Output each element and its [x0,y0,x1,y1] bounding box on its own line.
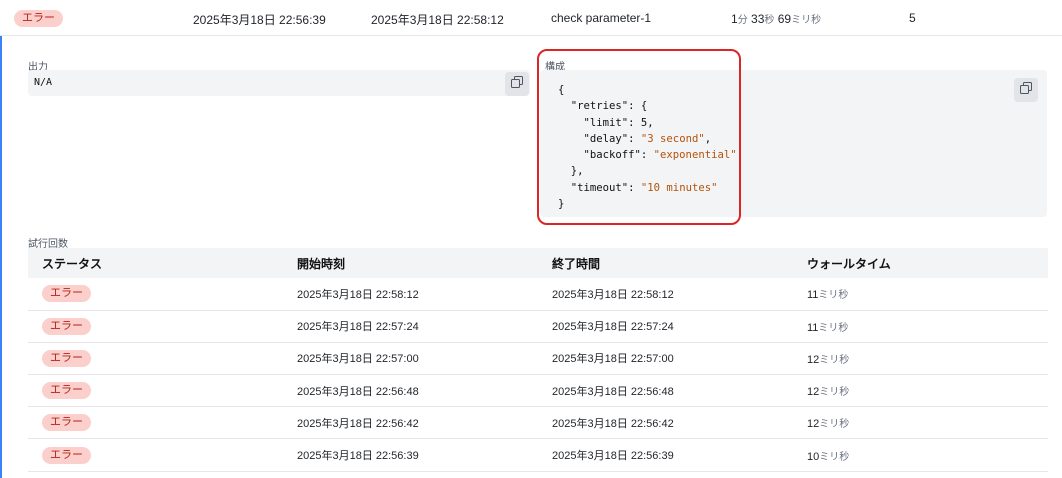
code-line: { [558,84,565,96]
wall-time-seconds: 33 [751,12,765,26]
attempt-start: 2025年3月18日 22:56:48 [297,385,419,398]
copy-icon [1020,81,1032,99]
attempts-table: ステータス 開始時刻 終了時間 ウォールタイム エラー 2025年3月18日 2… [28,248,1048,472]
table-row[interactable]: エラー 2025年3月18日 22:58:12 2025年3月18日 22:58… [28,278,1048,311]
attempt-start: 2025年3月18日 22:57:00 [297,353,419,366]
wall-value: 11 [807,321,819,334]
wall-time-ms-unit: ミリ秒 [791,15,822,26]
wall-value: 11 [807,289,819,302]
attempt-end: 2025年3月18日 22:56:48 [552,385,674,398]
status-badge: エラー [42,285,91,303]
code-number: 5, [640,116,654,129]
table-row[interactable]: エラー 2025年3月18日 22:56:48 2025年3月18日 22:56… [28,375,1048,407]
code-line: } [558,198,565,211]
config-json: { "retries": { "limit": 5, "delay": "3 s… [558,82,737,212]
status-badge: エラー [42,414,91,432]
execution-start-time: 2025年3月18日 22:56:39 [193,13,326,27]
wall-value: 12 [807,386,820,399]
wall-unit: ミリ秒 [819,451,850,463]
attempt-start: 2025年3月18日 22:56:39 [297,450,419,463]
wall-unit: ミリ秒 [819,354,850,366]
code-key: "delay": [558,132,641,145]
table-row[interactable]: エラー 2025年3月18日 22:57:00 2025年3月18日 22:57… [28,342,1048,375]
status-badge: エラー [42,446,91,464]
code-punct: , [704,132,712,145]
status-badge: エラー [42,382,91,400]
wall-value: 12 [807,353,820,366]
code-line: }, [558,165,584,178]
status-badge: エラー [14,10,63,27]
execution-attempt-count: 5 [909,11,916,25]
status-badge: エラー [42,317,91,335]
attempt-end: 2025年3月18日 22:56:39 [552,450,674,463]
code-string: "exponential" [653,149,737,162]
wall-time-ms: 69 [777,12,792,26]
attempt-wall-time: 10ミリ秒 [793,439,1048,471]
execution-wall-time: 1分 33秒 69ミリ秒 [731,11,821,26]
wall-unit: ミリ秒 [818,290,849,302]
execution-end-time: 2025年3月18日 22:58:12 [371,13,504,27]
wall-unit: ミリ秒 [818,322,849,334]
wall-time-seconds-unit: 秒 [764,15,775,26]
attempt-wall-time: 12ミリ秒 [793,407,1048,439]
output-panel: N/A [28,70,530,96]
attempt-end: 2025年3月18日 22:56:42 [552,417,674,430]
table-row[interactable]: エラー 2025年3月18日 22:56:39 2025年3月18日 22:56… [28,439,1048,472]
table-row[interactable]: エラー 2025年3月18日 22:57:24 2025年3月18日 22:57… [28,310,1048,343]
wall-value: 10 [807,450,820,463]
wall-time-minutes-unit: 分 [737,15,748,26]
code-string: "10 minutes" [640,181,718,194]
attempt-wall-time: 12ミリ秒 [793,375,1048,407]
expanded-row-accent [0,36,2,478]
execution-name: check parameter-1 [551,11,652,25]
header-start-time[interactable]: 開始時刻 [283,248,538,278]
status-badge: エラー [42,349,91,367]
attempt-start: 2025年3月18日 22:57:24 [297,321,419,334]
code-string: "3 second" [640,132,705,145]
output-value: N/A [34,77,53,88]
attempt-wall-time: 11ミリ秒 [793,278,1048,310]
code-line: "retries": { [558,100,648,113]
wall-unit: ミリ秒 [819,387,850,399]
attempt-wall-time: 11ミリ秒 [793,310,1048,342]
execution-summary-row[interactable]: エラー 2025年3月18日 22:56:39 2025年3月18日 22:58… [0,0,1062,36]
copy-output-button[interactable] [505,72,529,96]
table-row[interactable]: エラー 2025年3月18日 22:56:42 2025年3月18日 22:56… [28,407,1048,439]
header-end-time[interactable]: 終了時間 [538,248,793,278]
wall-unit: ミリ秒 [819,419,850,431]
header-status[interactable]: ステータス [28,248,283,278]
code-key: "backoff": [558,149,654,162]
copy-icon [511,75,523,93]
attempt-start: 2025年3月18日 22:56:42 [297,417,419,430]
attempt-start: 2025年3月18日 22:58:12 [297,288,419,301]
table-header-row: ステータス 開始時刻 終了時間 ウォールタイム [28,248,1048,278]
header-wall-time[interactable]: ウォールタイム [793,248,1048,278]
attempt-end: 2025年3月18日 22:57:24 [552,321,674,334]
wall-value: 12 [807,418,820,431]
attempt-wall-time: 12ミリ秒 [793,342,1048,374]
copy-config-button[interactable] [1014,78,1038,102]
wall-time-minutes: 1 [731,12,738,26]
code-key: "timeout": [558,181,641,194]
code-key: "limit": [558,116,641,129]
attempt-end: 2025年3月18日 22:58:12 [552,288,674,301]
attempt-end: 2025年3月18日 22:57:00 [552,353,674,366]
config-panel: { "retries": { "limit": 5, "delay": "3 s… [540,70,1047,217]
